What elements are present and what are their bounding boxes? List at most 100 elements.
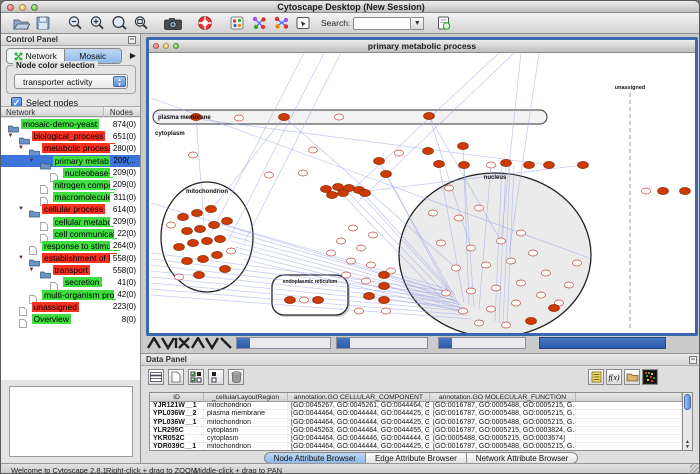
graph-node-unselected[interactable] [487, 162, 496, 168]
tree-row[interactable]: unassigned223(0) [1, 301, 140, 313]
column-header[interactable]: ID [150, 393, 204, 401]
new-attribute-icon[interactable] [168, 369, 184, 385]
graph-node-selected[interactable] [182, 227, 193, 234]
graph-node-selected[interactable] [374, 157, 385, 164]
tree-row[interactable]: multi-organism pro42(0) [1, 289, 140, 301]
float-data-panel-icon[interactable] [689, 356, 697, 364]
table-cell[interactable] [576, 402, 682, 409]
graph-node-unselected[interactable] [455, 215, 464, 221]
graph-node-unselected[interactable] [537, 292, 546, 298]
table-cell[interactable]: [GO:0044464, GO:0044444, GO:0044425, G..… [288, 419, 430, 426]
table-cell[interactable]: plasma membrane [204, 410, 288, 417]
column-header[interactable]: _cellularLayoutRegion [204, 393, 288, 401]
unselect-attributes-icon[interactable] [208, 369, 224, 385]
search-go-icon[interactable] [434, 14, 454, 32]
tree-row[interactable]: cellular metabo209(0) [1, 216, 140, 228]
graph-node-unselected[interactable] [467, 288, 476, 294]
tree-row[interactable]: Overview8(0) [1, 313, 140, 325]
table-scrollbar[interactable]: ▲▼ [682, 392, 693, 451]
table-row[interactable]: YJR121W__1mitochondrion[GO:0045267, GO:0… [150, 402, 682, 410]
table-cell[interactable] [576, 419, 682, 426]
tree-row[interactable]: ▼transport558(0) [1, 264, 140, 276]
graph-node-unselected[interactable] [497, 238, 506, 244]
graph-node-selected[interactable] [459, 161, 470, 168]
graph-node-selected[interactable] [501, 159, 512, 166]
graph-node-unselected[interactable] [452, 265, 461, 271]
table-cell[interactable]: YLR295C [150, 427, 204, 434]
graph-node-unselected[interactable] [309, 147, 318, 153]
tree-expand-icon[interactable]: ▼ [8, 133, 14, 139]
graph-node-unselected[interactable] [467, 245, 476, 251]
graph-node-unselected[interactable] [429, 210, 438, 216]
scrollbar-thumb[interactable] [684, 394, 691, 410]
graph-node-unselected[interactable] [357, 245, 366, 251]
table-cell[interactable]: cytoplasm [204, 435, 288, 442]
table-cell[interactable]: [GO:0045263, GO:0044464, GO:0044455, G..… [288, 427, 430, 434]
table-cell[interactable] [576, 410, 682, 417]
graph-node-unselected[interactable] [492, 285, 501, 291]
graph-node-selected[interactable] [381, 170, 392, 177]
graph-node-unselected[interactable] [442, 290, 451, 296]
graph-node-unselected[interactable] [355, 308, 364, 314]
zoom-fit-icon[interactable] [131, 14, 151, 32]
graph-node-unselected[interactable] [445, 185, 454, 191]
graph-node-unselected[interactable] [512, 300, 521, 306]
graph-node-unselected[interactable] [347, 258, 356, 264]
attribute-table[interactable]: ID_cellularLayoutRegionannotation.GO CEL… [149, 392, 683, 451]
help-ring-icon[interactable] [195, 14, 215, 32]
zoom-out-icon[interactable] [65, 14, 85, 32]
graph-node-unselected[interactable] [529, 250, 538, 256]
graph-node-selected[interactable] [220, 265, 231, 272]
zoom-in-icon[interactable] [87, 14, 107, 32]
tree-row[interactable]: nucleobase-209(0) [1, 167, 140, 179]
table-cell[interactable]: YPL036W__2 [150, 410, 204, 417]
tree-row[interactable]: ▼cellular process614(0) [1, 203, 140, 215]
graph-node-selected[interactable] [192, 209, 203, 216]
tree-row[interactable]: ▼primary metab209(... [1, 155, 140, 167]
graph-node-unselected[interactable] [502, 322, 511, 328]
graph-node-unselected[interactable] [265, 172, 274, 178]
graph-node-selected[interactable] [379, 282, 390, 289]
graph-node-unselected[interactable] [235, 115, 244, 121]
graph-node-selected[interactable] [360, 189, 371, 196]
graph-node-unselected[interactable] [382, 308, 391, 314]
search-dropdown-button[interactable]: ▼ [411, 17, 424, 30]
table-cell[interactable]: [GO:0045267, GO:0045261, GO:0044464, G..… [288, 402, 430, 409]
birdseye-view-panel[interactable] [9, 386, 133, 457]
table-cell[interactable]: [GO:0044464, GO:0044446, GO:0044444, G..… [288, 435, 430, 442]
minimized-window[interactable] [438, 337, 526, 349]
graph-node-selected[interactable] [423, 147, 434, 154]
graph-node-selected[interactable] [174, 243, 185, 250]
graph-node-unselected[interactable] [517, 230, 526, 236]
graph-node-unselected[interactable] [337, 238, 346, 244]
table-cell[interactable]: [GO:0044464, GO:0044444, GO:0044425, G..… [288, 410, 430, 417]
graph-node-selected[interactable] [578, 161, 589, 168]
graph-node-selected[interactable] [379, 296, 390, 303]
tree-row[interactable]: mosaic-demo-yeast874(0) [1, 118, 140, 130]
tab-overflow-arrow[interactable]: ▶ [130, 51, 136, 60]
graph-node-unselected[interactable] [542, 270, 551, 276]
scrollbar-arrows[interactable]: ▲▼ [683, 440, 692, 450]
graph-node-selected[interactable] [658, 187, 669, 194]
node-color-combobox[interactable]: transporter activity ▲▼ [14, 74, 128, 89]
table-cell[interactable]: [GO:0044464, GO:0044444, GO:0044425, G..… [288, 443, 430, 450]
table-cell[interactable]: [GO:0016787, GO:0005488, GO:0005215, G..… [430, 419, 576, 426]
graph-node-unselected[interactable] [482, 262, 491, 268]
graph-node-unselected[interactable] [175, 274, 184, 280]
attribute-list-icon[interactable] [588, 369, 604, 385]
graph-node-unselected[interactable] [342, 272, 351, 278]
table-cell[interactable]: YDR039C__1 [150, 443, 204, 450]
table-row[interactable]: YLR295Ccytoplasm[GO:0045263, GO:0044464,… [150, 427, 682, 435]
tree-row[interactable]: macromolecule311(0) [1, 191, 140, 203]
graph-node-unselected[interactable] [349, 225, 358, 231]
graph-node-selected[interactable] [188, 239, 199, 246]
table-cell[interactable]: [GO:0005488, GO:0005215, GO:0003674] [430, 435, 576, 442]
graph-node-selected[interactable] [206, 205, 217, 212]
graph-node-selected[interactable] [285, 296, 296, 303]
column-header[interactable] [576, 393, 682, 401]
graph-node-selected[interactable] [526, 317, 537, 324]
table-row[interactable]: YKR052Ccytoplasm[GO:0044464, GO:0044446,… [150, 435, 682, 443]
column-header[interactable]: annotation.GO CELLULAR_COMPONENT [288, 393, 430, 401]
table-cell[interactable]: [GO:0016787, GO:0005488, GO:0005215, G..… [430, 402, 576, 409]
graph-node-unselected[interactable] [487, 306, 496, 312]
